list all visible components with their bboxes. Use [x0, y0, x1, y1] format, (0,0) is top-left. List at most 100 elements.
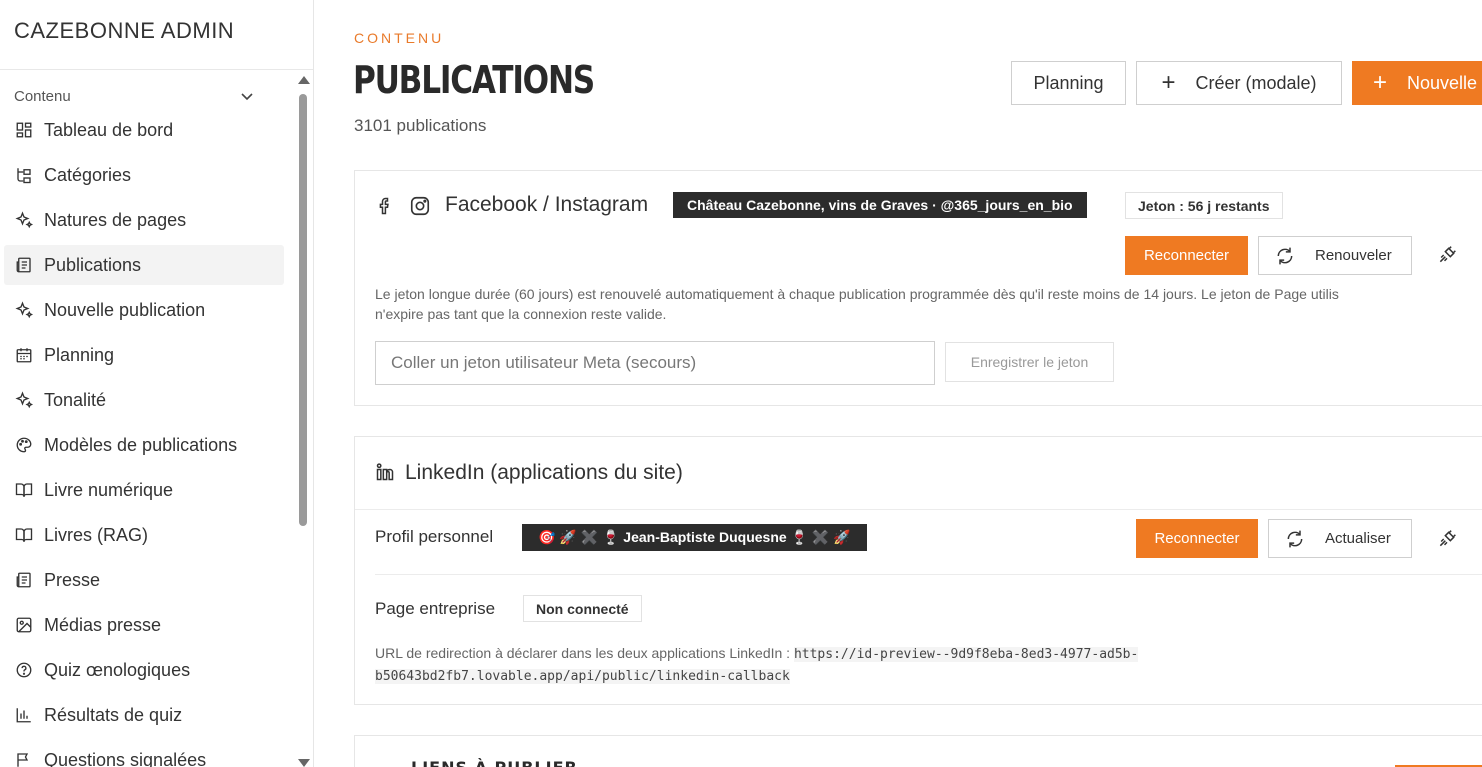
help-circle-icon	[14, 660, 34, 680]
sidebar-item-publications[interactable]: Publications	[4, 245, 284, 285]
sidebar-item-livre-numerique[interactable]: Livre numérique	[4, 470, 284, 510]
new-publication-button[interactable]: + Nouvelle	[1352, 61, 1482, 105]
newspaper-icon	[14, 570, 34, 590]
sidebar-item-tableau-de-bord[interactable]: Tableau de bord	[4, 110, 284, 150]
image-icon	[14, 615, 34, 635]
scroll-up-arrow-icon[interactable]	[298, 76, 310, 84]
sidebar-item-nouvelle-publication[interactable]: Nouvelle publication	[4, 290, 284, 330]
sidebar-item-label: Natures de pages	[44, 209, 187, 230]
section-eyebrow: CONTENU	[354, 30, 445, 46]
sidebar-item-planning[interactable]: Planning	[4, 335, 284, 375]
links-to-publish-card: LIENS À PUBLIER	[354, 735, 1482, 767]
sidebar-item-label: Planning	[44, 344, 115, 365]
sidebar-item-quiz-oenologiques[interactable]: Quiz œnologiques	[4, 650, 284, 690]
chevron-down-icon	[241, 93, 253, 101]
company-page-label: Page entreprise	[375, 599, 496, 618]
sidebar-item-label: Médias presse	[44, 614, 162, 635]
linkedin-title: LinkedIn (applications du site)	[405, 461, 683, 484]
sidebar-item-label: Modèles de publications	[44, 434, 238, 455]
facebook-account-badge: Château Cazebonne, vins de Graves · @365…	[673, 192, 1087, 218]
sidebar-item-label: Quiz œnologiques	[44, 659, 191, 680]
linkedin-reconnect-label: Reconnecter	[1154, 530, 1240, 547]
sidebar-item-tonalite[interactable]: Tonalité	[4, 380, 284, 420]
plus-icon: +	[1161, 69, 1176, 96]
brand-title: CAZEBONNE ADMIN	[0, 0, 313, 70]
meta-token-input[interactable]	[375, 341, 935, 385]
sidebar-item-natures-de-pages[interactable]: Natures de pages	[4, 200, 284, 240]
divider	[355, 509, 1482, 510]
linkedin-card: LinkedIn (applications du site) Profil p…	[354, 436, 1482, 705]
sidebar-item-label: Tableau de bord	[44, 119, 174, 140]
create-modal-button[interactable]: + Créer (modale)	[1136, 61, 1342, 105]
sidebar-scrollbar[interactable]	[296, 74, 310, 767]
refresh-icon	[1277, 247, 1293, 264]
page-title: PUBLICATIONS	[353, 58, 595, 102]
divider	[375, 574, 1482, 575]
sidebar-item-categories[interactable]: Catégories	[4, 155, 284, 195]
sidebar-item-medias-presse[interactable]: Médias presse	[4, 605, 284, 645]
planning-button[interactable]: Planning	[1011, 61, 1126, 105]
sidebar-item-label: Résultats de quiz	[44, 704, 183, 725]
save-token-button[interactable]: Enregistrer le jeton	[945, 342, 1114, 382]
linkedin-icon	[375, 462, 395, 482]
facebook-reconnect-label: Reconnecter	[1143, 247, 1230, 264]
sparkles-icon	[14, 390, 34, 410]
save-token-label: Enregistrer le jeton	[970, 354, 1089, 370]
token-status-badge: Jeton : 56 j restants	[1125, 192, 1283, 219]
links-to-publish-title: LIENS À PUBLIER	[411, 758, 578, 767]
sidebar-item-label: Publications	[44, 254, 142, 275]
planning-button-label: Planning	[1033, 72, 1104, 93]
linkedin-redirect-help: URL de redirection à déclarer dans les d…	[375, 643, 1482, 687]
book-icon	[14, 525, 34, 545]
sidebar-item-livres-rag[interactable]: Livres (RAG)	[4, 515, 284, 555]
flag-icon	[14, 750, 34, 767]
bar-chart-icon	[14, 705, 34, 725]
publications-count: 3101 publications	[354, 116, 487, 135]
redirect-url-continued[interactable]: b50643bd2fb7.lovable.app/api/public/link…	[375, 669, 790, 684]
sidebar-item-label: Tonalité	[44, 389, 107, 410]
plus-icon: +	[1373, 69, 1388, 96]
dashboard-icon	[14, 120, 34, 140]
sidebar-item-label: Livres (RAG)	[44, 524, 149, 545]
refresh-icon	[1287, 530, 1303, 547]
facebook-renew-button[interactable]: Renouveler	[1258, 236, 1412, 275]
tree-icon	[14, 165, 34, 185]
sidebar-item-questions-signalees[interactable]: Questions signalées	[4, 740, 284, 767]
sidebar-item-presse[interactable]: Presse	[4, 560, 284, 600]
palette-icon	[14, 435, 34, 455]
linkedin-profile-badge: 🎯 🚀 ✖️ 🍷 Jean-Baptiste Duquesne 🍷 ✖️ 🚀	[522, 524, 867, 551]
sidebar-item-resultats-de-quiz[interactable]: Résultats de quiz	[4, 695, 284, 735]
nav-group-label: Contenu	[14, 87, 71, 105]
nav-group-contenu[interactable]: Contenu	[0, 70, 296, 110]
sparkles-icon	[14, 300, 34, 320]
calendar-icon	[14, 345, 34, 365]
instagram-icon	[409, 195, 431, 217]
linkedin-refresh-button[interactable]: Actualiser	[1268, 519, 1412, 558]
help-line: n'expire pas tant que la connexion reste…	[375, 306, 667, 322]
facebook-reconnect-button[interactable]: Reconnecter	[1125, 236, 1248, 275]
sidebar-item-label: Questions signalées	[44, 749, 207, 767]
create-modal-button-label: Créer (modale)	[1195, 72, 1317, 93]
new-publication-button-label: Nouvelle	[1407, 72, 1478, 93]
company-status-badge: Non connecté	[523, 595, 642, 622]
linkedin-reconnect-button[interactable]: Reconnecter	[1136, 519, 1258, 558]
linkedin-refresh-label: Actualiser	[1325, 530, 1391, 547]
sparkles-icon	[14, 210, 34, 230]
plug-icon[interactable]	[1437, 245, 1457, 270]
facebook-instagram-card: Facebook / Instagram Château Cazebonne, …	[354, 170, 1482, 406]
facebook-instagram-title: Facebook / Instagram	[445, 193, 649, 216]
scroll-down-arrow-icon[interactable]	[298, 759, 310, 767]
redirect-label: URL de redirection à déclarer dans les d…	[375, 645, 791, 661]
redirect-url[interactable]: https://id-preview--9d9f8eba-8ed3-4977-a…	[793, 647, 1139, 662]
sidebar-item-modeles-de-publications[interactable]: Modèles de publications	[4, 425, 284, 465]
sidebar: CAZEBONNE ADMIN Contenu Tableau de bord …	[0, 0, 314, 767]
facebook-token-help: Le jeton longue durée (60 jours) est ren…	[375, 284, 1482, 324]
sidebar-item-label: Presse	[44, 569, 101, 590]
plug-icon[interactable]	[1437, 529, 1457, 554]
sidebar-item-label: Nouvelle publication	[44, 299, 206, 320]
sidebar-item-label: Catégories	[44, 164, 132, 185]
help-line: Le jeton longue durée (60 jours) est ren…	[375, 286, 1339, 302]
main-content: CONTENU PUBLICATIONS 3101 publications P…	[314, 0, 1482, 767]
personal-profile-label: Profil personnel	[375, 527, 494, 546]
scroll-thumb[interactable]	[299, 94, 307, 526]
